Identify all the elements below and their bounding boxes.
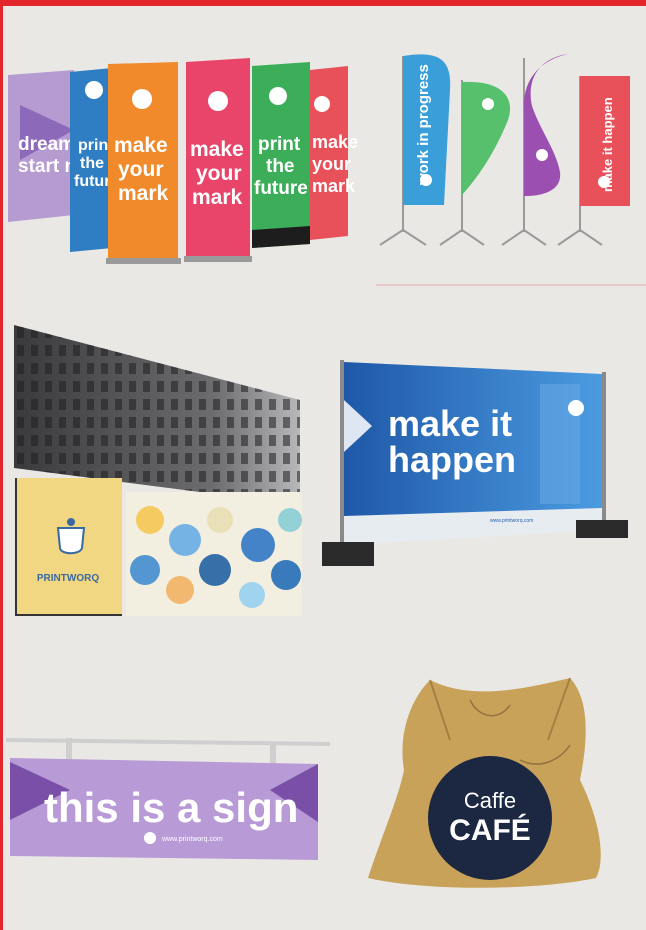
rollup-banner-text: make	[312, 132, 358, 152]
rollup-banner-text: prin	[78, 137, 108, 154]
beach-flag: make it happen	[557, 76, 630, 246]
rollup-banner: make your mark	[106, 62, 181, 264]
rollup-banner-text: make	[114, 134, 168, 157]
printworq-logo-text: PRINTWORQ	[37, 573, 99, 584]
fence-banner-headline: make it	[388, 403, 512, 444]
fence-banner-headline: happen	[388, 439, 516, 480]
rollup-banner: make your mark	[310, 66, 358, 240]
beach-flag	[501, 54, 568, 246]
beanbag-logo-text: CAFÉ	[449, 813, 531, 847]
flag-text: work in progress	[415, 64, 432, 186]
rollup-banner-text: your	[118, 158, 164, 181]
rollup-banner: make your mark	[184, 58, 252, 262]
pattern-canvas-panel	[126, 492, 302, 616]
rollup-banner-text: your	[312, 154, 351, 174]
sign-headline: this is a sign	[44, 784, 298, 831]
rollup-banner: dream start n	[8, 70, 76, 222]
rollup-banner-text: the	[80, 155, 104, 172]
beach-flag: work in progress	[379, 54, 451, 246]
flag-group: work in progress make it happen	[379, 54, 630, 246]
rollup-banner-text: make	[190, 138, 244, 161]
rollup-banner-text: mark	[192, 186, 243, 209]
rollup-banner-text: your	[196, 162, 242, 185]
rollup-banner-text: mark	[118, 182, 169, 205]
rollup-banner-text: start n	[18, 156, 76, 177]
beach-flag	[439, 80, 511, 246]
rollup-banner-text: mark	[312, 176, 356, 196]
printworq-logo-panel: PRINTWORQ	[15, 478, 122, 616]
rollup-banner-text: dream	[18, 134, 75, 155]
fence-banner: make it happen www.printworq.com	[322, 360, 628, 566]
beanbag-logo-text: Caffe	[464, 788, 516, 813]
product-collage: dream start n prin the future make your …	[5, 54, 646, 888]
rollup-banner-text: print	[258, 134, 301, 155]
rollup-banner-text: the	[266, 156, 295, 177]
cafe-beanbag: Caffe CAFÉ	[368, 677, 601, 888]
rollup-banner: print the future	[252, 62, 310, 248]
fence-banner-footer: www.printworq.com	[490, 518, 533, 524]
rollup-banner-group: dream start n prin the future make your …	[8, 58, 358, 264]
sign-footer: www.printworq.com	[161, 836, 223, 843]
rollup-banner-text: future	[254, 178, 308, 199]
hanging-sign: this is a sign www.printworq.com	[5, 738, 331, 860]
